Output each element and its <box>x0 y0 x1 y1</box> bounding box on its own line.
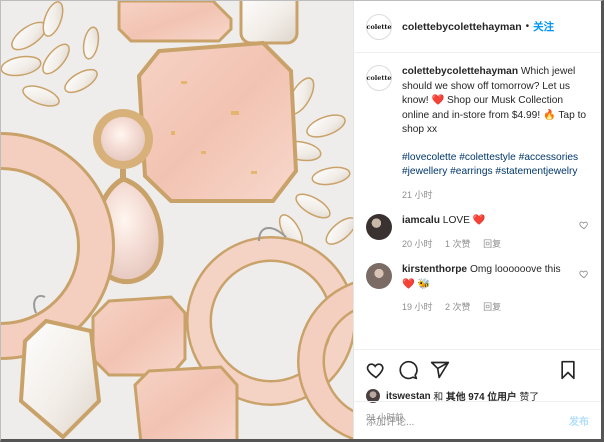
avatar-logo-text: colette <box>366 22 392 31</box>
caption-avatar[interactable]: colette <box>366 65 392 91</box>
caption-time[interactable]: 21 小时 <box>402 190 433 200</box>
reply-button[interactable]: 回复 <box>483 302 501 312</box>
share-paper-plane-icon[interactable] <box>430 360 450 380</box>
follow-button[interactable]: 关注 <box>533 19 554 34</box>
comment-body: iamcalu LOVE ❤️ 20 小时 1 次赞 回复 <box>402 214 573 251</box>
header-username[interactable]: colettebycolettehayman <box>402 21 522 33</box>
comment-username[interactable]: kirstenthorpe <box>402 264 467 275</box>
jewelry-photo <box>1 1 353 439</box>
comment-text: LOVE ❤️ <box>442 215 486 226</box>
caption: colette colettebycolettehayman Which jew… <box>366 65 589 202</box>
avatar-logo-text: colette <box>366 74 392 82</box>
comment-item: iamcalu LOVE ❤️ 20 小时 1 次赞 回复 <box>366 214 589 251</box>
bookmark-icon[interactable] <box>559 360 577 380</box>
comment-time[interactable]: 20 小时 <box>402 239 433 249</box>
comment-body: kirstenthorpe Omg loooooove this ❤️ 🐝 19… <box>402 263 573 315</box>
profile-avatar[interactable]: colette <box>366 13 392 40</box>
separator-dot: • <box>525 21 530 32</box>
liker-username[interactable]: itswestan <box>386 391 431 402</box>
post-sidebar: colette colettebycolettehayman • 关注 cole… <box>354 1 601 439</box>
comment-likes[interactable]: 2 次赞 <box>445 302 471 312</box>
comment-meta: 19 小时 2 次赞 回复 <box>402 300 573 315</box>
comment-item: kirstenthorpe Omg loooooove this ❤️ 🐝 19… <box>366 263 589 315</box>
comment-bubble-icon[interactable] <box>398 360 418 380</box>
comment-meta: 20 小时 1 次赞 回复 <box>402 237 573 252</box>
comment-likes[interactable]: 1 次赞 <box>445 239 471 249</box>
caption-body: colettebycolettehayman Which jewel shoul… <box>402 65 589 202</box>
post-image[interactable] <box>1 1 354 439</box>
action-icons <box>366 358 589 382</box>
comment-username[interactable]: iamcalu <box>402 215 440 226</box>
caption-meta: 21 小时 <box>402 188 589 203</box>
comment-time[interactable]: 19 小时 <box>402 302 433 312</box>
like-comment-heart-icon[interactable] <box>573 263 589 315</box>
add-comment-bar: 添加评论... 发布 <box>354 401 601 439</box>
comment-input[interactable]: 添加评论... <box>366 413 569 428</box>
post-header: colette colettebycolettehayman • 关注 <box>354 1 601 53</box>
comment-avatar[interactable] <box>366 263 392 289</box>
like-heart-icon[interactable] <box>366 360 386 380</box>
like-comment-heart-icon[interactable] <box>573 214 589 251</box>
caption-hashtags[interactable]: #lovecolette #colettestyle #accessories … <box>402 151 589 180</box>
caption-username[interactable]: colettebycolettehayman <box>402 66 518 77</box>
comments-list[interactable]: colette colettebycolettehayman Which jew… <box>354 53 601 349</box>
reply-button[interactable]: 回复 <box>483 239 501 249</box>
post-comment-button[interactable]: 发布 <box>569 413 589 428</box>
comment-avatar[interactable] <box>366 214 392 240</box>
instagram-post-window: colette colettebycolettehayman • 关注 cole… <box>0 0 604 442</box>
